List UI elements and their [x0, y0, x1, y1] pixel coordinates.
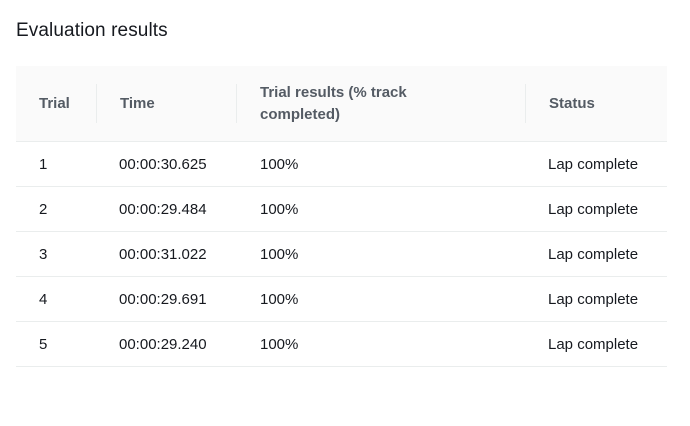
cell-trial: 1 [39, 155, 48, 173]
cell-trial: 3 [39, 245, 48, 263]
column-header-status-label: Status [549, 94, 595, 112]
cell-time: 00:00:30.625 [119, 155, 207, 173]
cell-status: Lap complete [548, 200, 639, 218]
table-row: 4 00:00:29.691 100% Lap complete [16, 277, 667, 322]
column-header-time[interactable]: Time [97, 66, 237, 141]
column-header-trial-label: Trial [39, 94, 70, 112]
table-row: 3 00:00:31.022 100% Lap complete [16, 232, 667, 277]
column-header-trial-results[interactable]: Trial results (% track completed) [237, 66, 526, 141]
table-row: 1 00:00:30.625 100% Lap complete [16, 142, 667, 187]
cell-time: 00:00:31.022 [119, 245, 207, 263]
cell-trial-result: 100% [260, 200, 299, 218]
cell-status: Lap complete [548, 155, 639, 173]
section-title: Evaluation results [16, 20, 168, 41]
table-header-row: Trial Time Trial results (% track comple… [16, 66, 667, 142]
cell-status: Lap complete [548, 245, 639, 263]
cell-status: Lap complete [548, 290, 639, 308]
column-header-status[interactable]: Status [526, 66, 667, 141]
cell-trial-result: 100% [260, 290, 299, 308]
evaluation-results-table: Trial Time Trial results (% track comple… [16, 66, 667, 367]
cell-trial: 2 [39, 200, 48, 218]
cell-trial: 5 [39, 335, 48, 353]
table-row: 2 00:00:29.484 100% Lap complete [16, 187, 667, 232]
table-row: 5 00:00:29.240 100% Lap complete [16, 322, 667, 367]
evaluation-results-panel: Evaluation results Trial Time Trial resu… [0, 0, 690, 426]
column-header-time-label: Time [120, 94, 155, 112]
column-header-trial[interactable]: Trial [16, 66, 97, 141]
cell-status: Lap complete [548, 335, 639, 353]
cell-trial-result: 100% [260, 335, 299, 353]
cell-time: 00:00:29.484 [119, 200, 207, 218]
cell-time: 00:00:29.691 [119, 290, 207, 308]
cell-trial: 4 [39, 290, 48, 308]
cell-time: 00:00:29.240 [119, 335, 207, 353]
cell-trial-result: 100% [260, 155, 299, 173]
cell-trial-result: 100% [260, 245, 299, 263]
column-header-trial-results-label: Trial results (% track completed) [260, 83, 407, 123]
